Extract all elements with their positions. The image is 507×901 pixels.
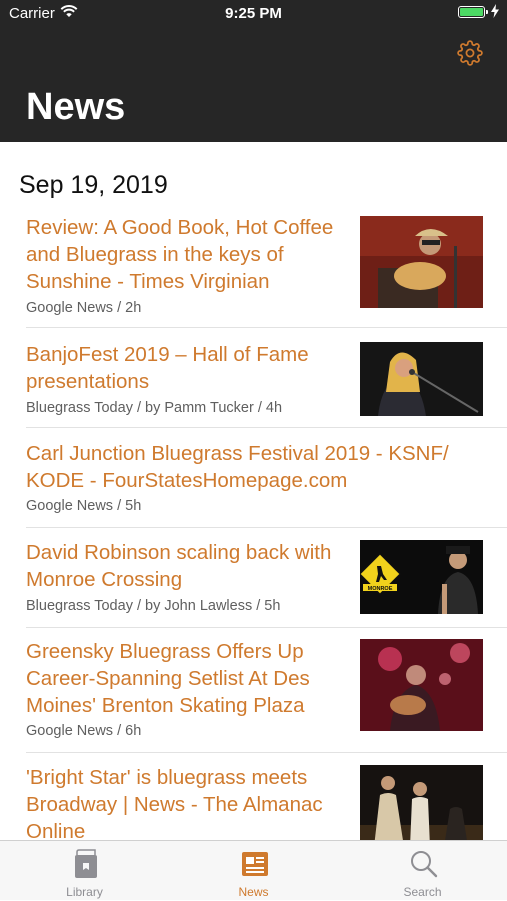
article-thumbnail — [360, 216, 483, 308]
article-headline[interactable]: Review: A Good Book, Hot Coffee and Blue… — [26, 214, 356, 295]
article-source: Google News / 2h — [26, 300, 142, 316]
article-source: Bluegrass Today / by John Lawless / 5h — [26, 598, 281, 614]
news-icon — [242, 852, 268, 876]
article-source: Bluegrass Today / by Pamm Tucker / 4h — [26, 400, 283, 416]
gear-icon[interactable] — [457, 40, 483, 66]
status-bar: Carrier 9:25 PM — [0, 0, 507, 28]
article-thumbnail — [360, 342, 483, 416]
nav-header: Carrier 9:25 PM News — [0, 0, 507, 142]
tab-bar: Library News Search — [0, 840, 507, 900]
page-title: News — [26, 86, 126, 128]
article-thumbnail: MONROE — [360, 540, 483, 614]
tab-news[interactable]: News — [169, 841, 338, 901]
sign-text: MONROE — [368, 586, 393, 592]
article-headline[interactable]: 'Bright Star' is bluegrass meets Broadwa… — [26, 764, 356, 840]
news-list: Review: A Good Book, Hot Coffee and Blue… — [0, 213, 507, 840]
clock: 9:25 PM — [225, 5, 282, 22]
tab-search[interactable]: Search — [338, 841, 507, 901]
battery-icon — [458, 6, 488, 18]
article-headline[interactable]: Carl Junction Bluegrass Festival 2019 - … — [26, 440, 466, 494]
article-source: Google News / 6h — [26, 723, 142, 739]
article-headline[interactable]: David Robinson scaling back with Monroe … — [26, 539, 356, 593]
charging-icon — [491, 4, 499, 18]
library-icon — [75, 849, 97, 878]
article-thumbnail — [360, 765, 483, 840]
tab-library[interactable]: Library — [0, 841, 169, 901]
article-thumbnail — [360, 639, 483, 731]
article-source: Google News / 5h — [26, 498, 142, 514]
section-date: Sep 19, 2019 — [19, 171, 168, 199]
article-headline[interactable]: BanjoFest 2019 – Hall of Fame presentati… — [26, 341, 356, 395]
article-headline[interactable]: Greensky Bluegrass Offers Up Career-Span… — [26, 638, 356, 719]
tab-label: News — [238, 885, 269, 899]
tab-label: Library — [66, 885, 103, 899]
tab-label: Search — [403, 885, 442, 899]
search-icon — [411, 851, 438, 878]
